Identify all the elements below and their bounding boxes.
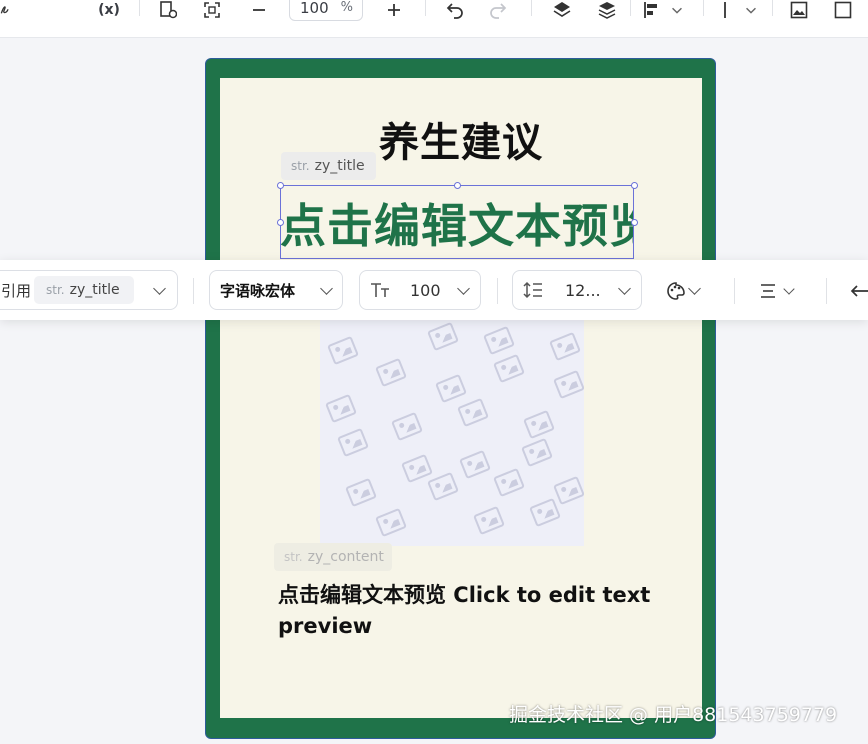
chip-prefix: str. [284, 550, 303, 564]
image-placeholder-icon [459, 449, 491, 480]
chevron-down-icon [320, 282, 333, 295]
layer-up-icon[interactable] [551, 0, 573, 20]
align-icon[interactable] [640, 0, 662, 20]
reference-label: 引用 [1, 281, 32, 300]
fit-icon[interactable] [201, 0, 223, 20]
arrow-left-icon[interactable] [848, 281, 868, 301]
image-placeholder-icon [327, 335, 359, 366]
zoom-in-icon[interactable] [383, 0, 405, 20]
text-format-toolbar: 引用 str. zy_title 字语咏宏体 100 12... [0, 260, 868, 320]
image-placeholder-icon [473, 505, 505, 536]
curly-icon[interactable] [0, 0, 12, 20]
image-placeholder-icon [521, 437, 553, 468]
image-placeholder-icon [549, 331, 581, 362]
font-family-select[interactable]: 字语咏宏体 [209, 270, 343, 310]
resize-handle-t[interactable] [454, 182, 461, 189]
chevron-down-icon [457, 282, 470, 295]
image-placeholder-icon [523, 409, 555, 440]
line-height-select[interactable]: 12... [512, 270, 642, 310]
image-placeholder-icon [401, 453, 433, 484]
chevron-down-icon [783, 283, 795, 295]
text-align-button[interactable] [759, 281, 799, 301]
frame-icon[interactable] [832, 0, 854, 20]
image-placeholder-icon [553, 475, 584, 506]
align-center-icon [761, 284, 775, 298]
image-placeholder-icon [427, 321, 459, 352]
image-placeholder-icon [325, 393, 357, 424]
watermark: 掘金技术社区 @ 用户881543759779 [509, 704, 838, 726]
palette-icon [667, 282, 685, 300]
chip-name: zy_title [69, 282, 120, 298]
image-icon[interactable] [788, 0, 810, 20]
chip-prefix: str. [46, 283, 65, 297]
redo-icon[interactable] [487, 0, 509, 20]
resize-handle-l[interactable] [277, 219, 284, 226]
image-placeholder-icon [337, 427, 369, 458]
content-variable-chip[interactable]: str. zy_content [274, 543, 392, 571]
image-placeholder-icon [529, 497, 561, 528]
image-placeholder-icon [375, 357, 407, 388]
font-family-value: 字语咏宏体 [220, 281, 296, 300]
image-placeholder-icon [435, 373, 467, 404]
image-placeholder[interactable] [320, 318, 584, 546]
content-text-element[interactable]: 点击编辑文本预览 Click to edit text preview [278, 580, 658, 642]
top-toolbar: (x) 100 % [0, 0, 868, 38]
chevron-down-icon[interactable] [669, 0, 685, 20]
chevron-down-icon [618, 282, 631, 295]
resize-handle-r[interactable] [631, 219, 638, 226]
color-picker-button[interactable] [666, 281, 702, 301]
zoom-unit: % [340, 0, 353, 15]
reference-chip: str. zy_title [34, 276, 134, 304]
resize-handle-tr[interactable] [631, 182, 638, 189]
chip-prefix: str. [291, 159, 310, 173]
zoom-input[interactable]: 100 % [289, 0, 363, 21]
line-icon[interactable] [715, 0, 735, 20]
layer-stack-icon[interactable] [596, 0, 618, 20]
chevron-down-icon[interactable] [743, 0, 759, 20]
image-placeholder-icon [375, 507, 407, 538]
image-placeholder-icon [391, 411, 423, 442]
image-placeholder-icon [493, 467, 525, 498]
chip-name: zy_content [307, 549, 384, 565]
chevron-down-icon [153, 282, 166, 295]
variable-button[interactable]: (x) [96, 0, 122, 20]
add-frame-icon[interactable] [157, 0, 179, 20]
undo-icon[interactable] [444, 0, 466, 20]
resize-handle-tl[interactable] [277, 182, 284, 189]
reference-select[interactable]: 引用 str. zy_title [0, 270, 178, 310]
text-size-icon [371, 283, 389, 297]
line-height-value: 12... [565, 280, 601, 300]
image-placeholder-icon [457, 397, 489, 428]
line-height-icon [523, 281, 542, 299]
title-variable-chip[interactable]: str. zy_title [281, 152, 376, 180]
font-size-select[interactable]: 100 [359, 270, 481, 310]
image-placeholder-icon [345, 477, 377, 508]
selection-box[interactable] [280, 185, 634, 259]
image-placeholder-icon [483, 325, 515, 356]
image-placeholder-icon [553, 369, 584, 400]
chip-name: zy_title [314, 158, 365, 174]
zoom-out-icon[interactable] [248, 0, 270, 20]
zoom-value: 100 [300, 0, 329, 17]
font-size-value: 100 [410, 280, 441, 300]
image-placeholder-icon [427, 471, 459, 502]
chevron-down-icon [688, 282, 701, 295]
image-placeholder-icon [493, 353, 525, 384]
